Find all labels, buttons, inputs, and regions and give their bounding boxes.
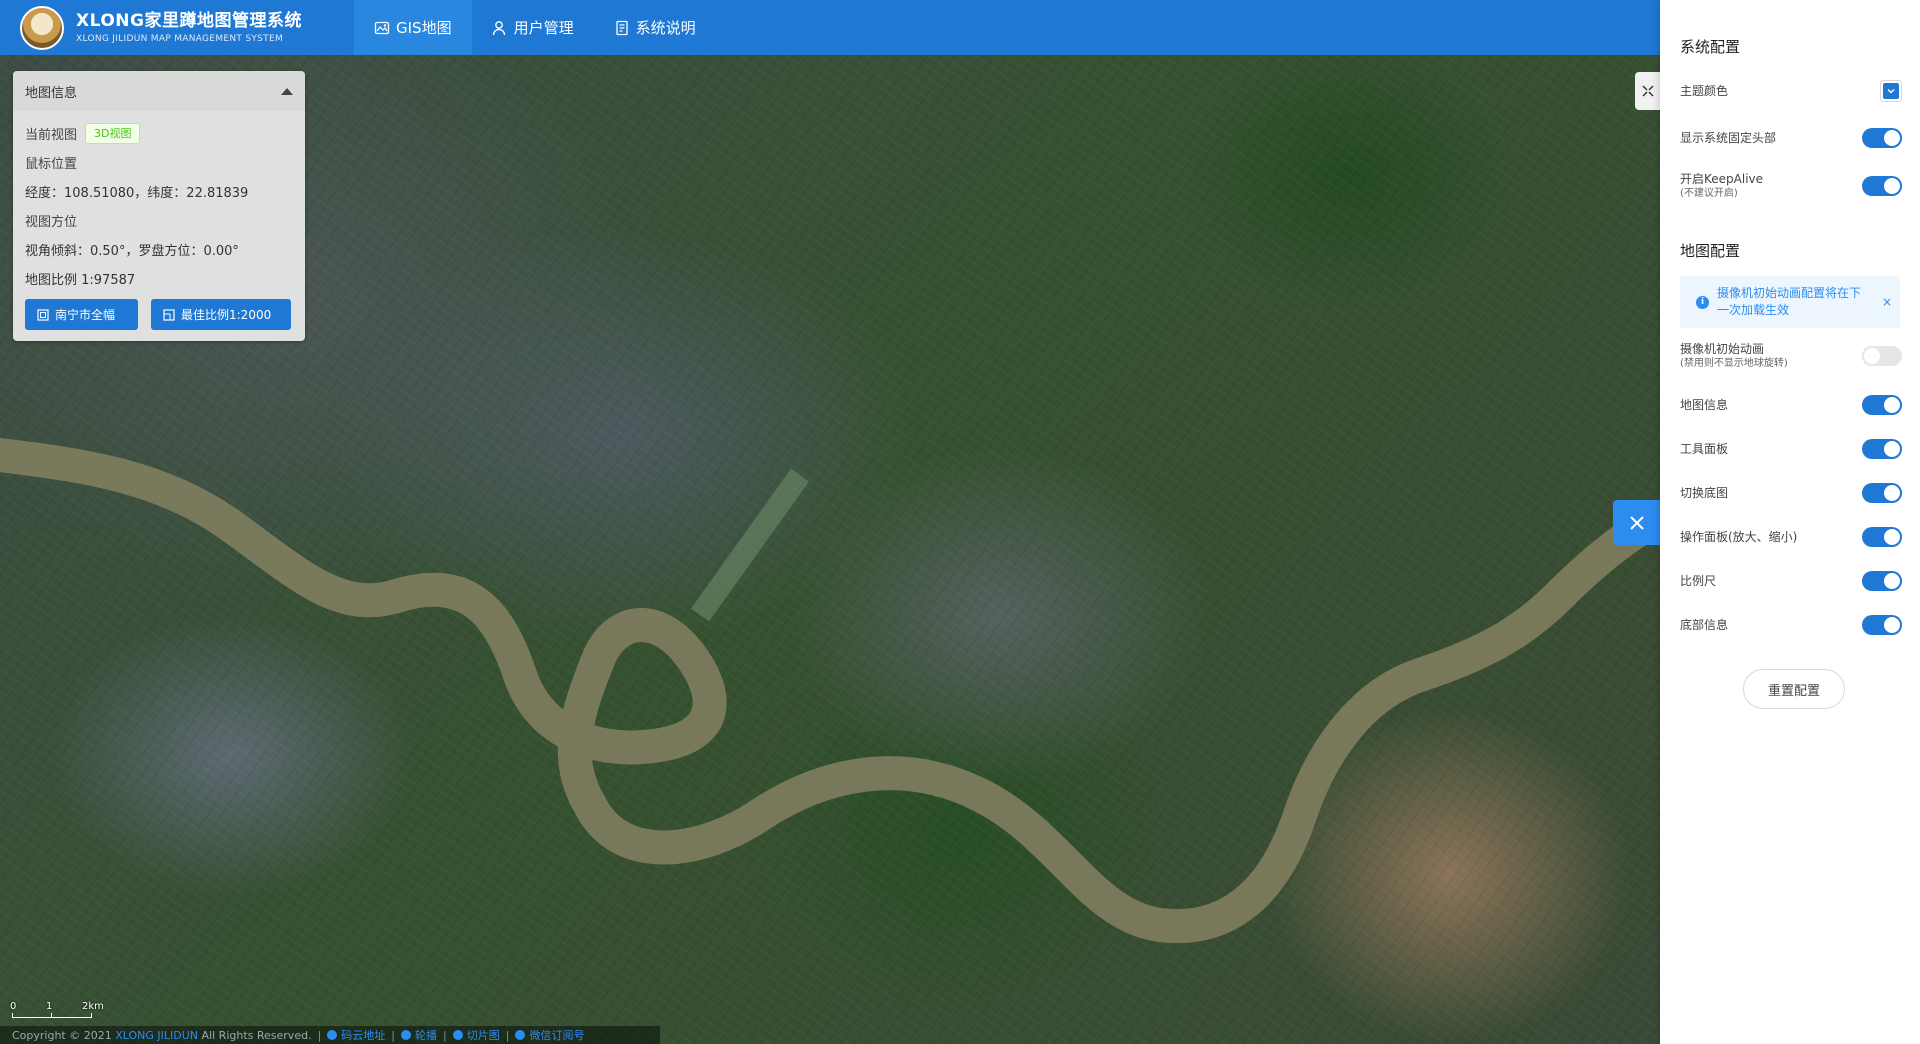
operation-panel-label: 操作面板(放大、缩小): [1680, 529, 1798, 544]
close-drawer-button[interactable]: [1613, 500, 1660, 545]
bottom-info-row: 底部信息: [1680, 615, 1902, 635]
info-icon: i: [1696, 295, 1709, 309]
nav-label: 系统说明: [635, 19, 696, 37]
operation-panel-row: 操作面板(放大、缩小): [1680, 527, 1902, 547]
view-orientation-value: 视角倾斜：0.50°，罗盘方位：0.00°: [25, 244, 239, 259]
theme-color-label: 主题颜色: [1680, 83, 1729, 98]
document-icon: [615, 20, 628, 35]
map-scale-value: 地图比例 1:97587: [25, 273, 136, 288]
keepalive-row: 开启KeepAlive (不建议开启): [1680, 172, 1902, 200]
collapse-caret-icon[interactable]: [281, 87, 293, 95]
top-header: XLONG家里蹲地图管理系统 XLONG JILIDUN MAP MANAGEM…: [0, 0, 1660, 55]
tool-panel-label: 工具面板: [1680, 441, 1729, 456]
map-info-toggle-label: 地图信息: [1680, 397, 1729, 412]
scale-bar-line: [12, 1013, 92, 1018]
camera-animation-sub: (禁用则不显示地球旋转): [1680, 358, 1788, 369]
tool-panel-switch[interactable]: [1862, 439, 1902, 459]
nav-label: GIS地图: [396, 19, 452, 37]
map-footer: Copyright © 2021 XLONG JILIDUN All Right…: [0, 1026, 660, 1044]
nav-gis-map[interactable]: GIS地图: [354, 0, 472, 55]
fixed-header-row: 显示系统固定头部: [1680, 128, 1902, 148]
app-title: XLONG家里蹲地图管理系统: [76, 10, 302, 31]
map-info-toggle-row: 地图信息: [1680, 395, 1902, 415]
user-icon: [492, 20, 505, 35]
nav-label: 用户管理: [513, 19, 574, 37]
map-icon: [374, 21, 390, 34]
switch-basemap-switch[interactable]: [1862, 483, 1902, 503]
app-logo: [20, 5, 64, 50]
config-drawer: 系统配置 主题颜色 显示系统固定头部 开启KeepAlive (不建议开启) 地…: [1660, 0, 1920, 1044]
map-info-actions: 南宁市全幅 最佳比例1:2000: [25, 299, 293, 330]
map-info-panel: 地图信息 当前视图 3D视图 鼠标位置 经度：108.51080，纬度：22.8…: [13, 71, 305, 341]
rights-text: All Rights Reserved.: [201, 1028, 312, 1042]
expand-arrows-icon: [1641, 85, 1654, 97]
reset-config-button[interactable]: 重置配置: [1743, 669, 1845, 709]
wechat-icon: [515, 1030, 526, 1040]
camera-animation-label: 摄像机初始动画: [1680, 342, 1765, 356]
fullscreen-toggle-button[interactable]: [1635, 72, 1660, 110]
nav-user-management[interactable]: 用户管理: [472, 0, 594, 55]
bottom-info-label: 底部信息: [1680, 617, 1729, 632]
camera-animation-switch[interactable]: [1862, 346, 1902, 366]
best-scale-icon: [163, 308, 175, 321]
full-extent-button[interactable]: 南宁市全幅: [25, 299, 138, 330]
operation-panel-switch[interactable]: [1862, 527, 1902, 547]
theme-color-swatch: [1883, 83, 1899, 99]
scale-tick-1: 1: [46, 1001, 53, 1012]
full-extent-icon: [37, 308, 49, 321]
keepalive-switch[interactable]: [1862, 176, 1902, 196]
copyright-text: Copyright © 2021: [12, 1028, 112, 1042]
footer-link-wechat[interactable]: 微信订阅号: [515, 1027, 584, 1043]
camera-animation-row: 摄像机初始动画 (禁用则不显示地球旋转): [1680, 342, 1902, 370]
tool-panel-row: 工具面板: [1680, 439, 1902, 459]
nav-system-docs[interactable]: 系统说明: [594, 0, 716, 55]
system-config-title: 系统配置: [1680, 38, 1741, 56]
footer-link-gitee[interactable]: 码云地址: [327, 1027, 385, 1043]
view-mode-tag: 3D视图: [85, 123, 141, 144]
best-scale-button[interactable]: 最佳比例1:2000: [151, 299, 291, 330]
theme-color-row: 主题颜色: [1680, 80, 1902, 102]
chevron-down-icon: [1887, 89, 1895, 94]
brand: XLONG家里蹲地图管理系统 XLONG JILIDUN MAP MANAGEM…: [76, 11, 334, 45]
scale-toggle-row: 比例尺: [1680, 571, 1902, 591]
fixed-header-switch[interactable]: [1862, 128, 1902, 148]
bottom-info-switch[interactable]: [1862, 615, 1902, 635]
theme-color-picker[interactable]: [1880, 80, 1902, 102]
map-info-body: 当前视图 3D视图 鼠标位置 经度：108.51080，纬度：22.81839 …: [13, 111, 305, 338]
mouse-coordinates: 经度：108.51080，纬度：22.81839: [25, 186, 249, 201]
scale-switch[interactable]: [1862, 571, 1902, 591]
footer-link-carousel[interactable]: 轮播: [401, 1027, 437, 1043]
view-orientation-label: 视图方位: [25, 215, 78, 230]
mouse-position-label: 鼠标位置: [25, 157, 78, 172]
camera-animation-text: 摄像机初始动画 (禁用则不显示地球旋转): [1680, 342, 1788, 370]
current-view-row: 当前视图 3D视图: [25, 119, 293, 148]
best-scale-label: 最佳比例1:2000: [181, 308, 272, 322]
scale-tick-0: 0: [10, 1001, 17, 1012]
gitee-icon: [327, 1030, 338, 1040]
map-info-switch[interactable]: [1862, 395, 1902, 415]
carousel-icon: [401, 1030, 412, 1040]
current-view-label: 当前视图: [25, 128, 78, 143]
tiles-icon: [452, 1030, 463, 1040]
app-subtitle: XLONG JILIDUN MAP MANAGEMENT SYSTEM: [76, 33, 284, 44]
keepalive-text: 开启KeepAlive (不建议开启): [1680, 172, 1763, 200]
owner-link[interactable]: XLONG JILIDUN: [115, 1029, 198, 1042]
map-info-title: 地图信息: [25, 85, 78, 101]
scale-tick-2: 2km: [82, 1001, 104, 1012]
keepalive-sub: (不建议开启): [1680, 188, 1738, 199]
close-icon: [1629, 515, 1644, 530]
full-extent-label: 南宁市全幅: [55, 308, 116, 322]
map-config-title: 地图配置: [1680, 242, 1741, 260]
switch-basemap-row: 切换底图: [1680, 483, 1902, 503]
alert-text: 摄像机初始动画配置将在下一次加载生效: [1717, 286, 1862, 317]
switch-basemap-label: 切换底图: [1680, 485, 1729, 500]
scale-toggle-label: 比例尺: [1680, 573, 1717, 588]
camera-config-alert: i 摄像机初始动画配置将在下一次加载生效 ×: [1680, 276, 1900, 328]
footer-link-tiles[interactable]: 切片图: [452, 1027, 500, 1043]
fixed-header-label: 显示系统固定头部: [1680, 130, 1777, 145]
main-nav: GIS地图 用户管理 系统说明: [354, 0, 716, 55]
keepalive-label: 开启KeepAlive: [1680, 172, 1764, 186]
map-info-header[interactable]: 地图信息: [13, 71, 305, 111]
alert-close-icon[interactable]: ×: [1882, 295, 1892, 309]
